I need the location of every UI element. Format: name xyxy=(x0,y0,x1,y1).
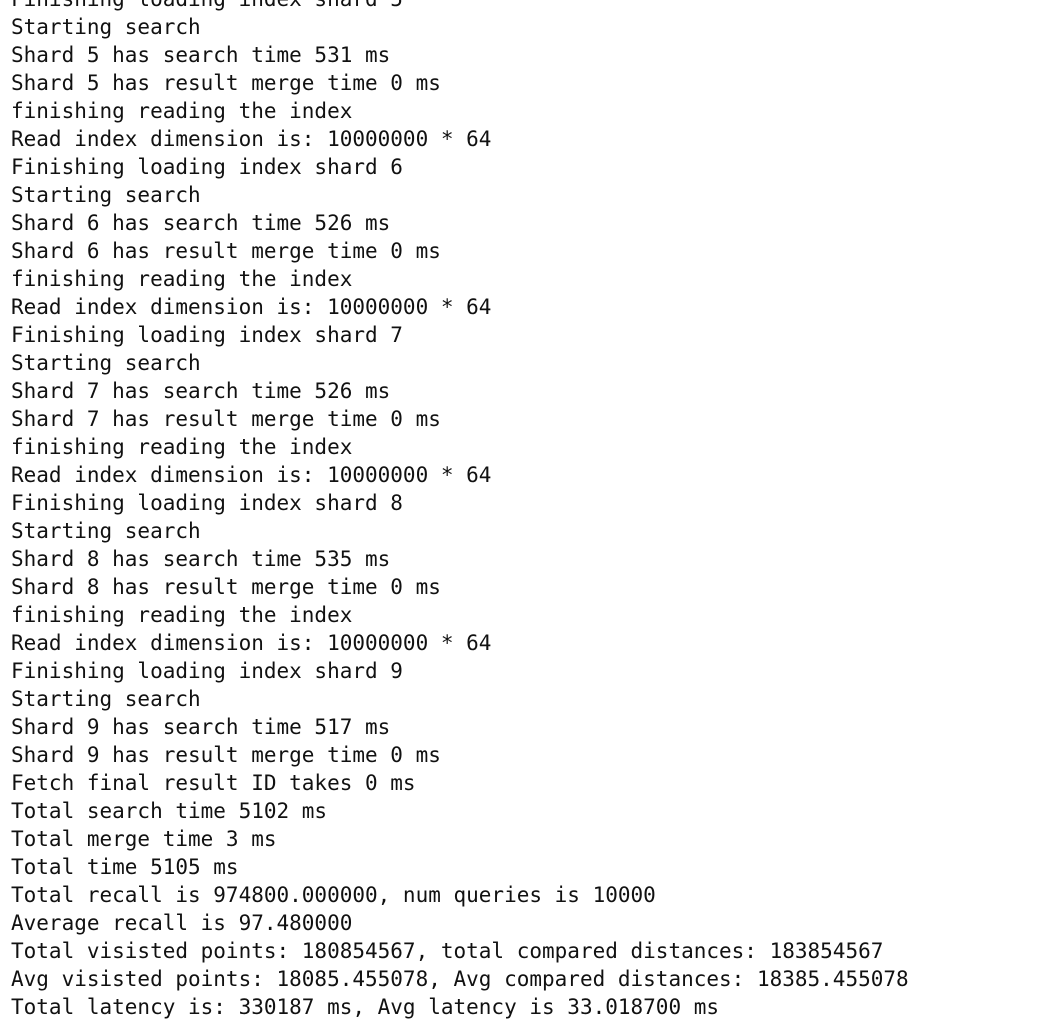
terminal-line: Shard 8 has search time 535 ms xyxy=(11,547,391,571)
terminal-line: finishing reading the index xyxy=(11,99,353,123)
terminal-line: Starting search xyxy=(11,351,201,375)
terminal-line: Total recall is 974800.000000, num queri… xyxy=(11,883,656,907)
terminal-line: Shard 5 has search time 531 ms xyxy=(11,43,391,67)
terminal-line: Read index dimension is: 10000000 * 64 xyxy=(11,295,492,319)
terminal-line: Shard 6 has search time 526 ms xyxy=(11,211,391,235)
terminal-line: Starting search xyxy=(11,519,201,543)
terminal-line: Finishing loading index shard 9 xyxy=(11,659,403,683)
terminal-line: Starting search xyxy=(11,183,201,207)
terminal-line: Avg visisted points: 18085.455078, Avg c… xyxy=(11,967,909,991)
terminal-line: Shard 8 has result merge time 0 ms xyxy=(11,575,441,599)
terminal-line: Average recall is 97.480000 xyxy=(11,911,353,935)
terminal-line: Fetch final result ID takes 0 ms xyxy=(11,771,416,795)
terminal-line: Read index dimension is: 10000000 * 64 xyxy=(11,127,492,151)
terminal-line: Shard 6 has result merge time 0 ms xyxy=(11,239,441,263)
terminal-line: Total merge time 3 ms xyxy=(11,827,277,851)
terminal-line: Total visisted points: 180854567, total … xyxy=(11,939,884,963)
terminal-line: Shard 9 has search time 517 ms xyxy=(11,715,391,739)
terminal-line: Total time 5105 ms xyxy=(11,855,239,879)
terminal-line: finishing reading the index xyxy=(11,435,353,459)
terminal-line: Starting search xyxy=(11,15,201,39)
terminal-line: Finishing loading index shard 6 xyxy=(11,155,403,179)
terminal-line: finishing reading the index xyxy=(11,267,353,291)
terminal-line: Shard 9 has result merge time 0 ms xyxy=(11,743,441,767)
terminal-line: Finishing loading index shard 7 xyxy=(11,323,403,347)
terminal-line: Shard 7 has result merge time 0 ms xyxy=(11,407,441,431)
terminal-line: Read index dimension is: 10000000 * 64 xyxy=(11,463,492,487)
terminal-line: Starting search xyxy=(11,687,201,711)
terminal-line: Finishing loading index shard 8 xyxy=(11,491,403,515)
terminal-line: Read index dimension is: 10000000 * 64 xyxy=(11,631,492,655)
terminal-output: Finishing loading index shard 5 Starting … xyxy=(11,0,1048,1022)
terminal-window[interactable]: Finishing loading index shard 5 Starting … xyxy=(0,0,1048,1022)
terminal-line: Total latency is: 330187 ms, Avg latency… xyxy=(11,995,720,1019)
terminal-line: Finishing loading index shard 5 xyxy=(11,0,1048,13)
terminal-line: Shard 5 has result merge time 0 ms xyxy=(11,71,441,95)
terminal-line: Shard 7 has search time 526 ms xyxy=(11,379,391,403)
terminal-line: Total search time 5102 ms xyxy=(11,799,328,823)
terminal-line: finishing reading the index xyxy=(11,603,353,627)
